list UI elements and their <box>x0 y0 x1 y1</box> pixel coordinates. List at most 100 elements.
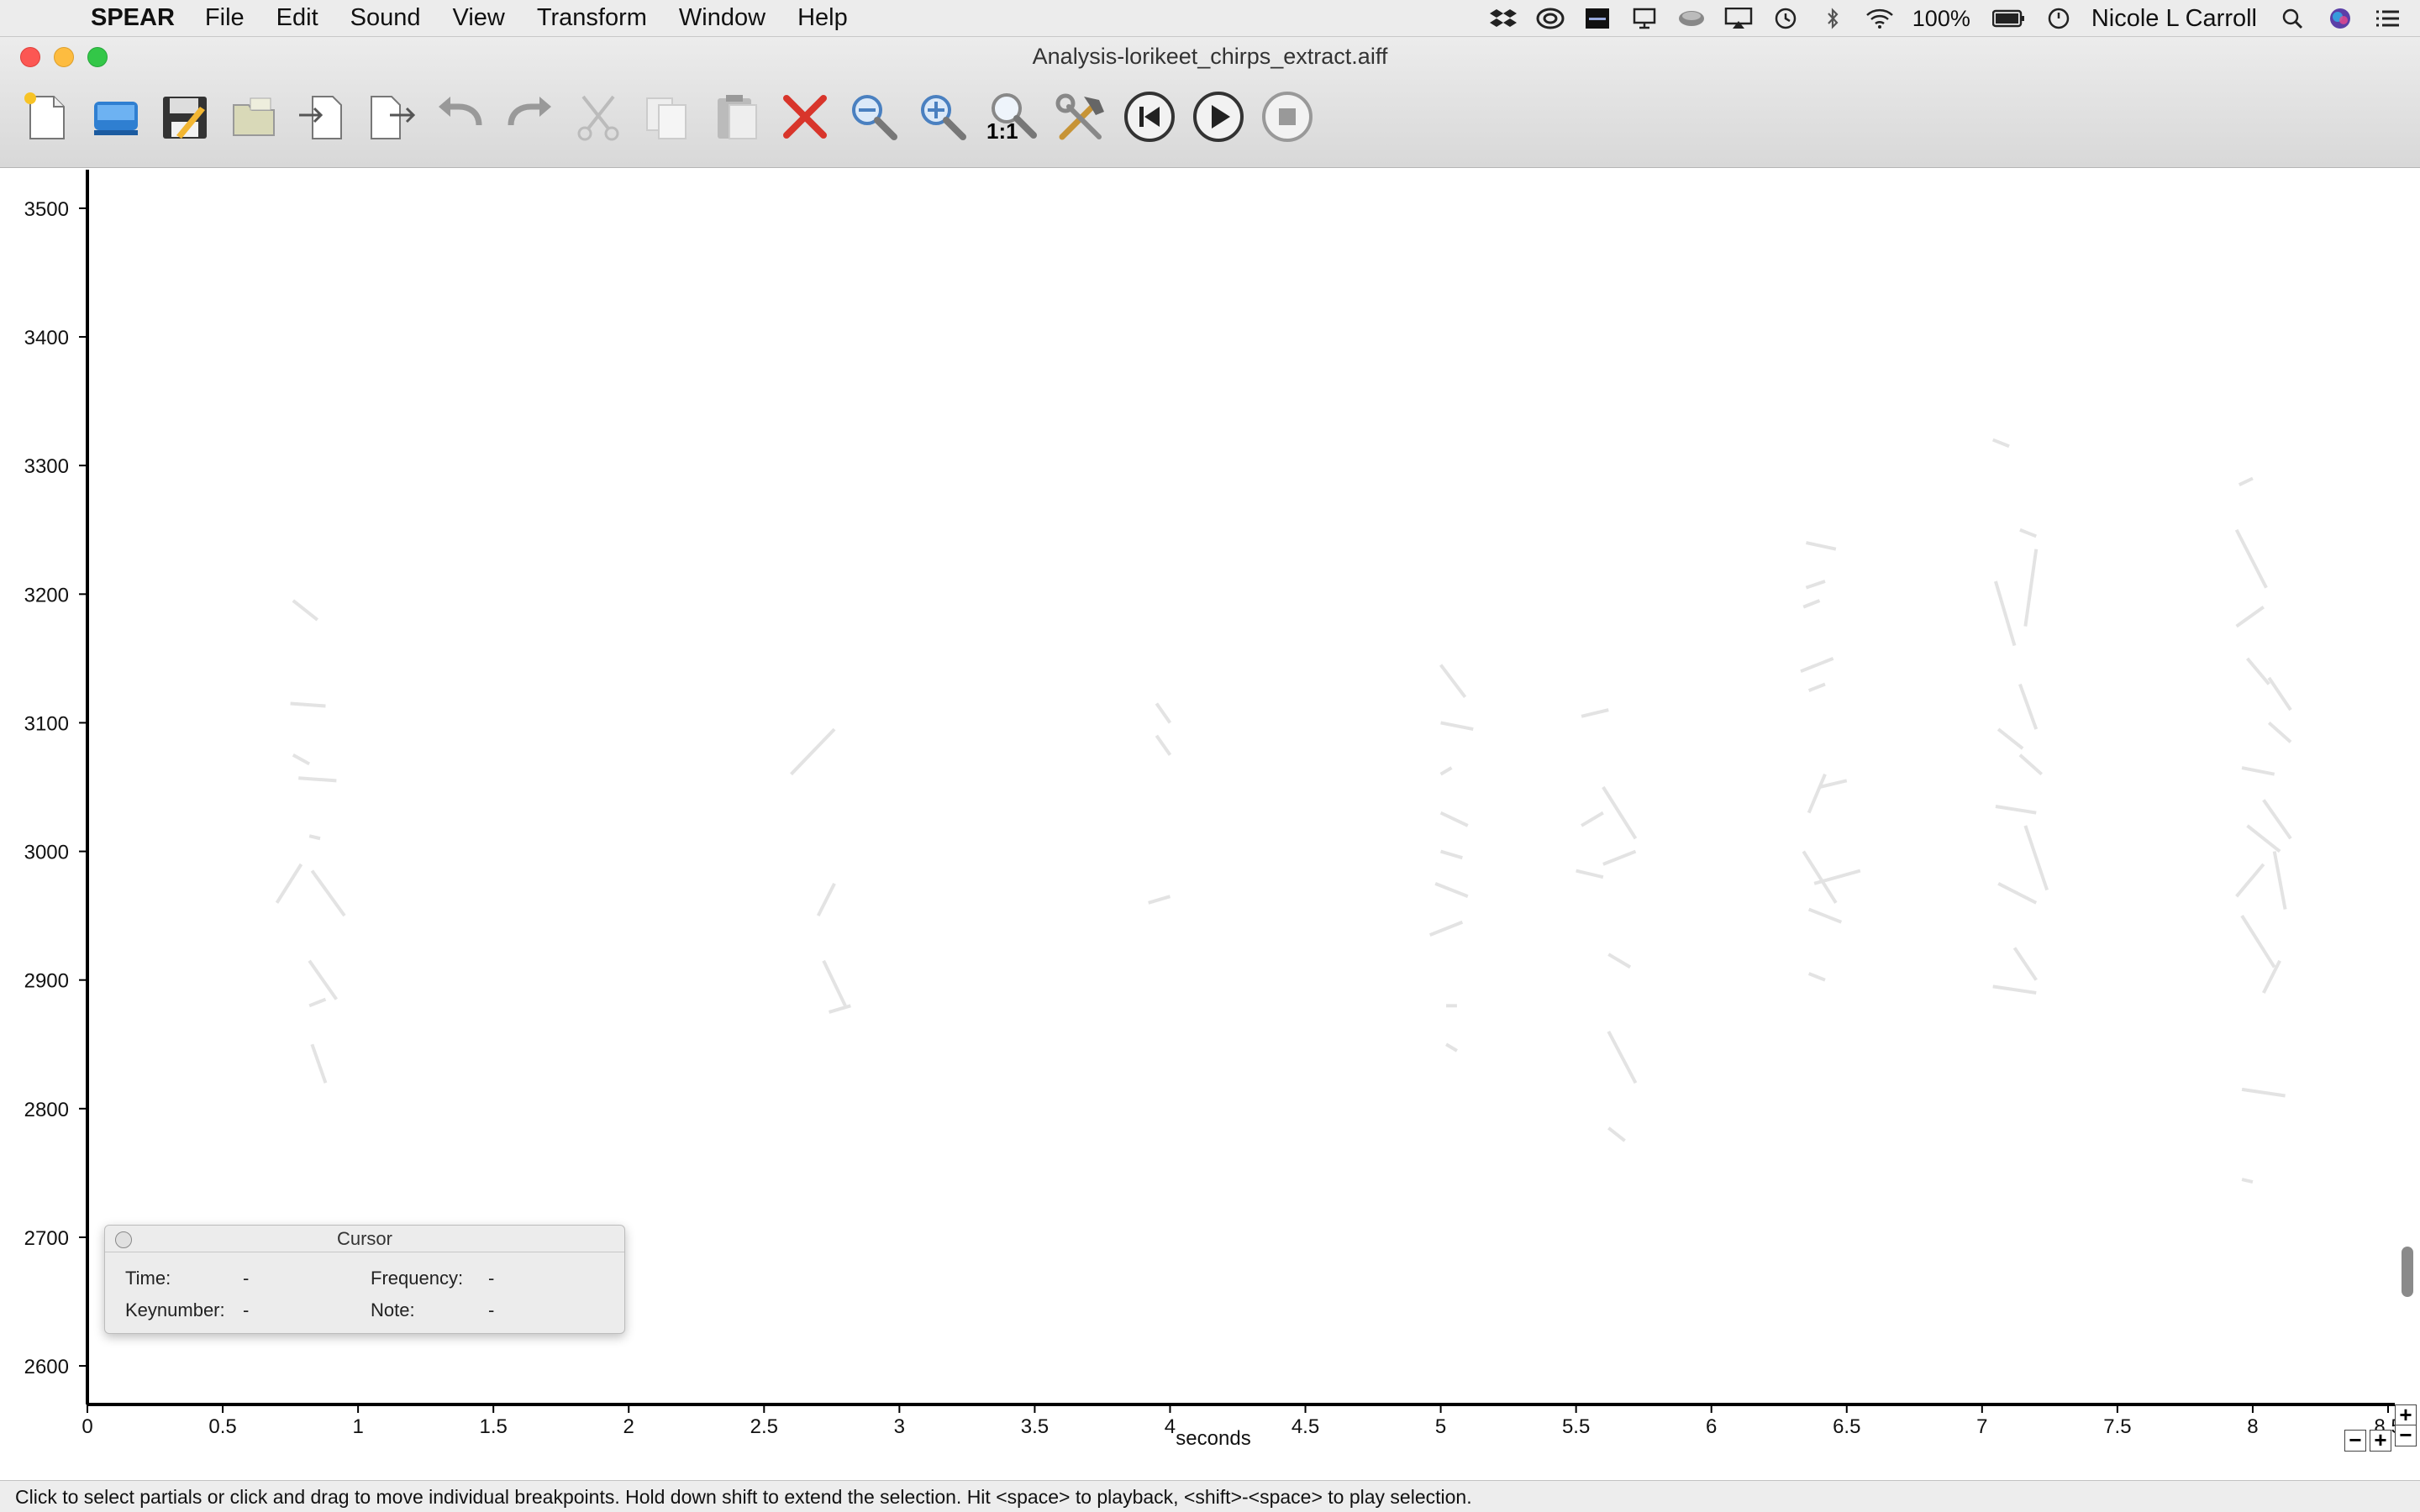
new-document-button[interactable] <box>18 88 76 145</box>
partial-track[interactable] <box>2241 766 2275 776</box>
partial-track[interactable] <box>1434 881 1469 899</box>
partial-track[interactable] <box>1807 972 1826 982</box>
stop-button[interactable] <box>1259 88 1316 145</box>
partial-track[interactable] <box>2246 824 2281 853</box>
partial-track[interactable] <box>2235 863 2265 898</box>
menu-file[interactable]: File <box>205 4 245 32</box>
partial-track[interactable] <box>816 882 836 917</box>
partial-track[interactable] <box>1995 804 2037 815</box>
partial-track[interactable] <box>290 701 326 708</box>
zoom-out-button[interactable] <box>845 88 902 145</box>
partial-track[interactable] <box>2018 683 2039 730</box>
spotlight-search-icon[interactable] <box>2279 8 2307 29</box>
wifi-icon[interactable] <box>1865 8 1894 29</box>
partial-track[interactable] <box>308 959 338 1000</box>
partial-track[interactable] <box>822 959 847 1007</box>
partial-track[interactable] <box>2262 799 2292 840</box>
redo-button[interactable] <box>501 88 558 145</box>
menu-view[interactable]: View <box>453 4 505 32</box>
partial-track[interactable] <box>2267 676 2292 711</box>
open-button[interactable] <box>87 88 145 145</box>
copy-button[interactable] <box>639 88 696 145</box>
partial-track[interactable] <box>292 599 319 622</box>
partial-track[interactable] <box>2267 721 2292 743</box>
vertical-zoom-out-button[interactable]: − <box>2395 1424 2417 1446</box>
horizontal-zoom-in-button[interactable]: + <box>2370 1429 2391 1452</box>
partial-track[interactable] <box>1807 773 1827 814</box>
delete-button[interactable] <box>776 88 834 145</box>
partial-track[interactable] <box>2023 825 2049 891</box>
zoom-actual-size-button[interactable]: 1:1 <box>983 88 1040 145</box>
vertical-scrollbar-thumb[interactable] <box>2402 1247 2413 1297</box>
partial-track[interactable] <box>1805 580 1826 590</box>
partial-track[interactable] <box>1807 682 1826 693</box>
partial-track[interactable] <box>1997 882 2038 905</box>
play-button[interactable] <box>1190 88 1247 145</box>
close-panel-button[interactable] <box>115 1231 132 1248</box>
partial-track[interactable] <box>2234 528 2268 589</box>
partial-track[interactable] <box>1607 1031 1638 1084</box>
partial-track[interactable] <box>1992 984 2037 995</box>
save-as-button[interactable] <box>225 88 282 145</box>
creative-cloud-icon[interactable] <box>1536 8 1565 29</box>
notification-center-icon[interactable] <box>2373 8 2402 29</box>
partial-track[interactable] <box>1802 599 1821 609</box>
partial-track[interactable] <box>2240 915 2276 969</box>
partial-track[interactable] <box>1581 708 1609 718</box>
menu-edit[interactable]: Edit <box>276 4 318 32</box>
partials-layer[interactable] <box>275 438 2292 1184</box>
partial-track[interactable] <box>1994 580 2017 647</box>
partial-track[interactable] <box>1602 785 1638 840</box>
import-button[interactable] <box>294 88 351 145</box>
partial-track[interactable] <box>1806 541 1837 551</box>
partial-track[interactable] <box>2023 549 2039 627</box>
partial-track[interactable] <box>2241 1178 2254 1184</box>
cut-button[interactable] <box>570 88 627 145</box>
partial-track[interactable] <box>2235 605 2265 628</box>
partial-track[interactable] <box>2238 476 2254 486</box>
partial-track[interactable] <box>2019 528 2037 538</box>
menu-transform[interactable]: Transform <box>537 4 647 32</box>
partial-track[interactable] <box>1607 1126 1626 1142</box>
time-machine-icon[interactable] <box>1771 8 1800 29</box>
airplay-icon[interactable] <box>1724 8 1753 29</box>
partial-track[interactable] <box>2012 947 2038 981</box>
paste-button[interactable] <box>708 88 765 145</box>
partial-track[interactable] <box>1581 811 1604 827</box>
save-button[interactable] <box>156 88 213 145</box>
drive-icon[interactable] <box>1677 8 1706 29</box>
export-button[interactable] <box>363 88 420 145</box>
partial-track[interactable] <box>1807 907 1843 924</box>
partial-track[interactable] <box>1148 895 1171 905</box>
rewind-button[interactable] <box>1121 88 1178 145</box>
partial-track[interactable] <box>2245 657 2270 685</box>
menu-help[interactable]: Help <box>797 4 848 32</box>
partial-track[interactable] <box>308 997 327 1008</box>
partial-track[interactable] <box>308 834 321 841</box>
partial-track[interactable] <box>275 863 303 904</box>
app-status-icon[interactable] <box>1583 8 1612 29</box>
partial-track[interactable] <box>1602 849 1637 866</box>
menu-window[interactable]: Window <box>679 4 765 32</box>
siri-icon[interactable] <box>2326 8 2354 29</box>
partial-track[interactable] <box>2018 753 2044 776</box>
partial-track[interactable] <box>1428 920 1464 937</box>
partial-track[interactable] <box>2272 851 2287 910</box>
dropbox-icon[interactable] <box>1489 8 1518 29</box>
horizontal-zoom-out-button[interactable]: − <box>2344 1429 2366 1452</box>
partial-track[interactable] <box>310 1043 328 1084</box>
partial-track[interactable] <box>1439 766 1453 776</box>
partial-track[interactable] <box>1155 702 1172 724</box>
partial-track[interactable] <box>829 1004 851 1014</box>
undo-button[interactable] <box>432 88 489 145</box>
partial-track[interactable] <box>292 753 311 766</box>
partial-track[interactable] <box>1439 664 1467 699</box>
partial-track[interactable] <box>1440 721 1474 732</box>
partial-track[interactable] <box>1155 734 1172 756</box>
user-name[interactable]: Nicole L Carroll <box>2091 5 2257 33</box>
bluetooth-icon[interactable] <box>1818 8 1847 29</box>
partial-track[interactable] <box>1445 1042 1458 1053</box>
partial-track[interactable] <box>1607 953 1632 969</box>
tools-button[interactable] <box>1052 88 1109 145</box>
partial-track[interactable] <box>1576 869 1604 879</box>
